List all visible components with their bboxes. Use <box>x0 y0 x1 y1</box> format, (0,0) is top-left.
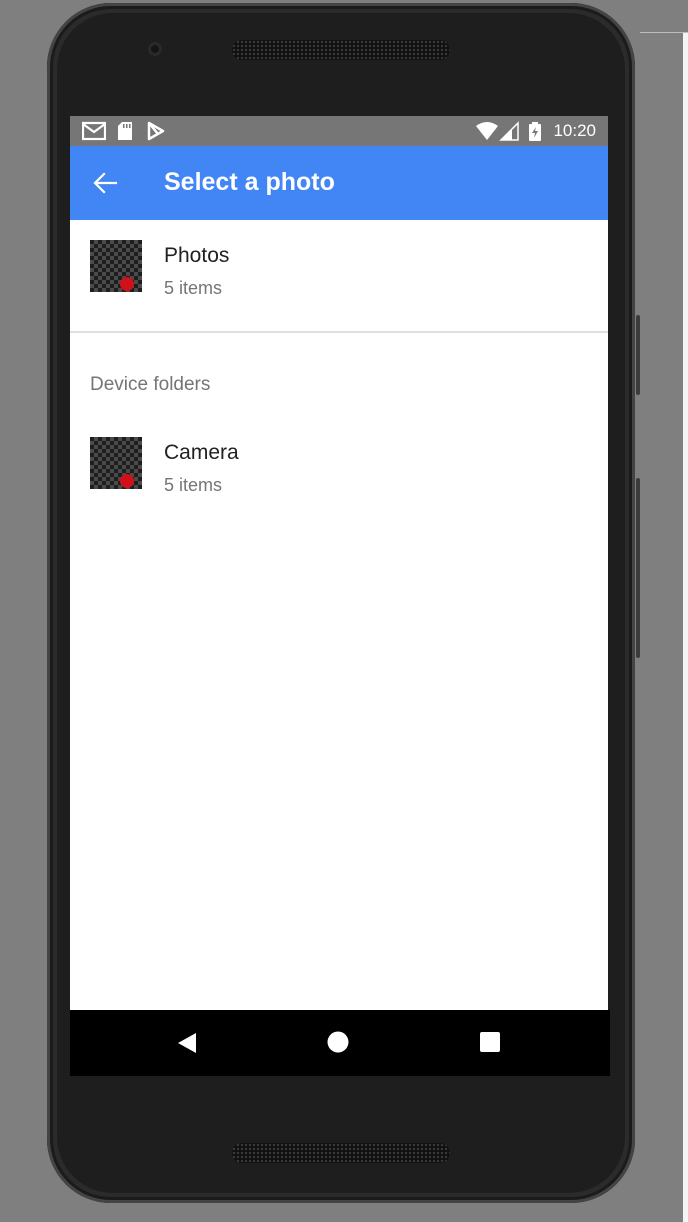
top-speaker <box>232 40 450 60</box>
volume-button <box>636 478 640 658</box>
power-button <box>636 315 640 395</box>
thumbnail-dot <box>120 277 134 291</box>
arrow-back-icon[interactable] <box>92 170 118 196</box>
wifi-icon <box>476 122 498 140</box>
bottom-speaker <box>232 1143 450 1163</box>
clock: 10:20 <box>553 121 596 140</box>
folder-title: Camera <box>164 441 239 464</box>
phone-screen: 10:20 Select a photo Photos 5 items Devi… <box>70 116 608 1076</box>
window-edge-line <box>640 32 688 33</box>
album-thumbnail <box>90 240 142 292</box>
sd-card-icon <box>118 122 132 140</box>
window-edge <box>683 32 688 1222</box>
album-item-photos[interactable]: Photos 5 items <box>70 220 608 320</box>
app-bar: Select a photo <box>70 146 608 220</box>
recents-square-icon[interactable] <box>480 1032 500 1052</box>
status-bar: 10:20 <box>70 116 608 146</box>
navigation-bar <box>70 1010 610 1076</box>
home-circle-icon[interactable] <box>327 1031 349 1053</box>
folder-thumbnail <box>90 437 142 489</box>
thumbnail-dot <box>120 474 134 488</box>
battery-icon <box>529 122 541 141</box>
album-title: Photos <box>164 244 230 267</box>
page-title: Select a photo <box>164 168 335 196</box>
gmail-icon <box>82 121 106 141</box>
play-store-icon <box>147 121 165 141</box>
front-camera <box>148 42 162 56</box>
section-header: Device folders <box>90 374 211 395</box>
album-count: 5 items <box>164 278 223 298</box>
signal-icon <box>499 121 519 141</box>
back-triangle-icon[interactable] <box>176 1032 198 1054</box>
folder-count: 5 items <box>164 475 223 495</box>
folder-item-camera[interactable]: Camera 5 items <box>70 417 608 517</box>
section-divider <box>70 331 608 333</box>
